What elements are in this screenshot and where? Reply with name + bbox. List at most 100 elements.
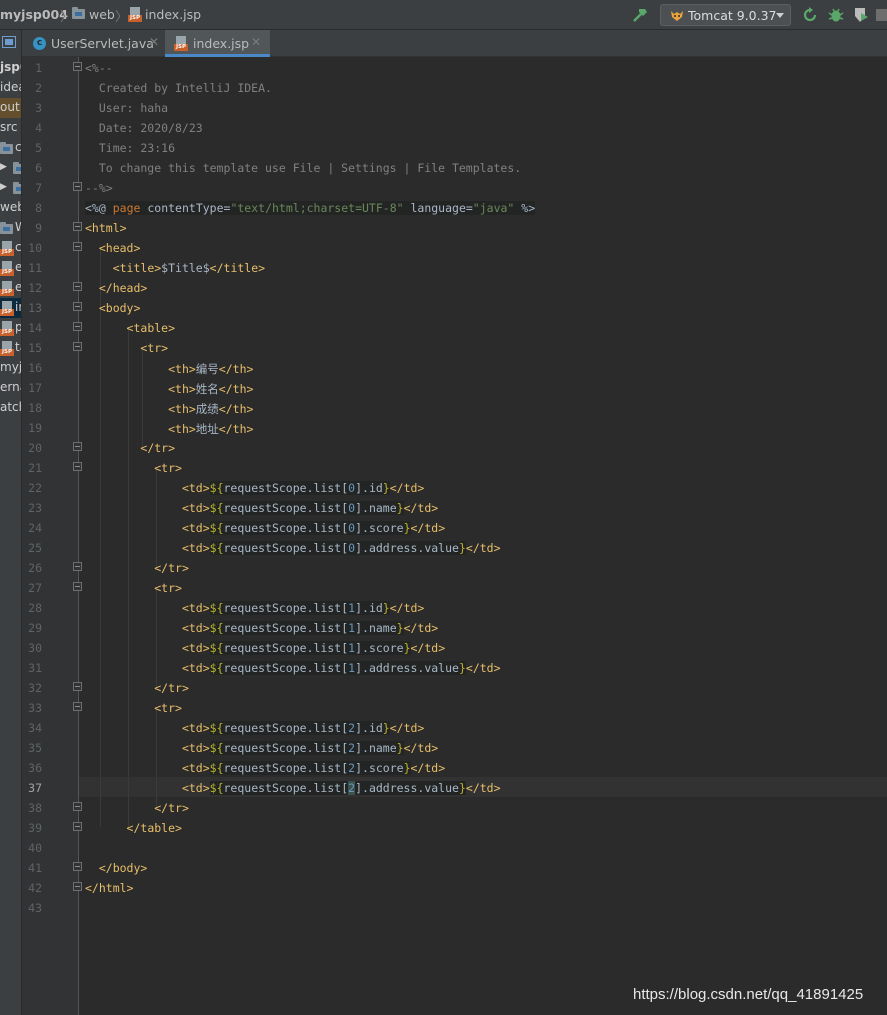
tree-item[interactable]: JSP e xyxy=(0,258,21,278)
code-line[interactable]: Created by IntelliJ IDEA. xyxy=(85,81,272,95)
tree-item[interactable]: jsp0 xyxy=(0,58,21,78)
fold-marker-icon[interactable] xyxy=(73,342,82,351)
tree-item[interactable]: JSP p xyxy=(0,318,21,338)
code-line[interactable]: <th>姓名</th> xyxy=(85,381,253,397)
tab-index-jsp[interactable]: JSP index.jsp ✕ xyxy=(165,30,270,57)
code-line[interactable]: Date: 2020/8/23 xyxy=(85,121,203,135)
code-line[interactable]: <html> xyxy=(85,221,127,235)
code-line[interactable]: <body> xyxy=(85,301,141,315)
code-line[interactable]: --%> xyxy=(85,181,113,195)
close-icon[interactable]: ✕ xyxy=(149,35,159,49)
fold-marker-icon[interactable] xyxy=(73,182,82,191)
code-line[interactable]: </tr> xyxy=(85,801,189,815)
fold-marker-icon[interactable] xyxy=(73,802,82,811)
close-icon[interactable]: ✕ xyxy=(251,35,261,49)
debug-bug-icon[interactable] xyxy=(828,7,844,23)
code-line[interactable]: <td>${requestScope.list[1].name}</td> xyxy=(85,621,438,635)
tree-item[interactable]: W xyxy=(0,218,21,238)
code-line[interactable]: <th>编号</th> xyxy=(85,361,253,377)
code-line[interactable]: <td>${requestScope.list[2].name}</td> xyxy=(85,741,438,755)
tree-item[interactable]: JSPta xyxy=(0,338,21,358)
line-number: 35 xyxy=(28,741,42,755)
tree-item[interactable]: ▶ xyxy=(0,158,21,178)
fold-marker-icon[interactable] xyxy=(73,682,82,691)
code-line[interactable]: <title>$Title$</title> xyxy=(85,261,265,275)
tree-item-selected[interactable]: JSPir xyxy=(0,298,21,318)
code-line[interactable]: <td>${requestScope.list[0].name}</td> xyxy=(85,501,438,515)
code-line[interactable]: <tr> xyxy=(85,581,182,595)
code-line[interactable]: <table> xyxy=(85,321,175,335)
breadcrumb-project[interactable]: myjsp004 xyxy=(0,7,68,22)
watermark-text: https://blog.csdn.net/qq_41891425 xyxy=(633,986,864,1003)
fold-marker-icon[interactable] xyxy=(73,562,82,571)
fold-marker-icon[interactable] xyxy=(73,322,82,331)
code-line[interactable]: </head> xyxy=(85,281,147,295)
fold-marker-icon[interactable] xyxy=(73,582,82,591)
tree-item[interactable]: web xyxy=(0,198,21,218)
code-line[interactable]: <td>${requestScope.list[1].id}</td> xyxy=(85,601,424,615)
fold-marker-icon[interactable] xyxy=(73,302,82,311)
code-line[interactable]: <th>地址</th> xyxy=(85,421,253,437)
tree-item[interactable]: JSP c xyxy=(0,238,21,258)
stop-icon[interactable] xyxy=(874,7,887,23)
code-line[interactable]: <td>${requestScope.list[2].address.value… xyxy=(85,781,501,795)
code-line[interactable]: <%@ page contentType="text/html;charset=… xyxy=(85,201,536,215)
code-line[interactable]: <head> xyxy=(85,241,141,255)
tree-item[interactable]: myjs xyxy=(0,358,21,378)
line-number: 40 xyxy=(28,841,42,855)
tree-item[interactable]: atch xyxy=(0,398,21,418)
code-line[interactable]: </table> xyxy=(85,821,182,835)
code-line[interactable]: </tr> xyxy=(85,441,175,455)
line-number: 43 xyxy=(28,901,42,915)
code-line[interactable]: </body> xyxy=(85,861,147,875)
fold-marker-icon[interactable] xyxy=(73,462,82,471)
tab-userservlet-java[interactable]: c UserServlet.java ✕ xyxy=(22,30,165,57)
project-view-toggle[interactable] xyxy=(0,30,21,50)
code-line[interactable]: </tr> xyxy=(85,681,189,695)
code-line[interactable]: <td>${requestScope.list[1].address.value… xyxy=(85,661,501,675)
code-line[interactable]: <td>${requestScope.list[1].score}</td> xyxy=(85,641,445,655)
run-configuration-selector[interactable]: Tomcat 9.0.37 xyxy=(660,4,791,26)
code-line[interactable]: </html> xyxy=(85,881,133,895)
tree-item[interactable]: erna xyxy=(0,378,21,398)
code-line[interactable]: To change this template use File | Setti… xyxy=(85,161,521,175)
fold-marker-icon[interactable] xyxy=(73,822,82,831)
run-with-coverage-icon[interactable] xyxy=(853,7,869,23)
tree-item[interactable]: idea xyxy=(0,78,21,98)
fold-marker-icon[interactable] xyxy=(73,702,82,711)
code-line[interactable]: <td>${requestScope.list[0].score}</td> xyxy=(85,521,445,535)
code-line[interactable]: <tr> xyxy=(85,701,182,715)
code-line[interactable]: </tr> xyxy=(85,561,189,575)
tab-label: index.jsp xyxy=(193,36,250,51)
build-hammer-icon[interactable] xyxy=(631,7,649,23)
code-line[interactable]: <th>成绩</th> xyxy=(85,401,253,417)
fold-marker-icon[interactable] xyxy=(73,222,82,231)
code-line[interactable]: <td>${requestScope.list[0].address.value… xyxy=(85,541,501,555)
code-line[interactable]: <td>${requestScope.list[2].score}</td> xyxy=(85,761,445,775)
fold-marker-icon[interactable] xyxy=(73,862,82,871)
fold-marker-icon[interactable] xyxy=(73,242,82,251)
fold-marker-icon[interactable] xyxy=(73,62,82,71)
code-line[interactable]: Time: 23:16 xyxy=(85,141,175,155)
line-number: 13 xyxy=(28,301,42,315)
gutter-divider xyxy=(78,57,79,1015)
tree-item[interactable]: src xyxy=(0,118,21,138)
tree-item[interactable]: JSP e xyxy=(0,278,21,298)
code-line[interactable]: <tr> xyxy=(85,341,168,355)
tree-item[interactable]: out xyxy=(0,98,21,118)
tree-item[interactable]: ▶ xyxy=(0,178,21,198)
code-line[interactable]: <td>${requestScope.list[0].id}</td> xyxy=(85,481,424,495)
line-number: 4 xyxy=(35,121,42,135)
fold-marker-icon[interactable] xyxy=(73,882,82,891)
code-line[interactable]: <%-- xyxy=(85,61,113,75)
code-editor[interactable]: 1 2 3 4 5 6 7 8 9 10 11 12 13 14 15 16 17 18 19 20 21 22 23 24 2… xyxy=(22,57,887,1015)
code-line[interactable]: User: haha xyxy=(85,101,168,115)
rerun-icon[interactable] xyxy=(802,7,818,23)
code-line[interactable]: <td>${requestScope.list[2].id}</td> xyxy=(85,721,424,735)
breadcrumb-folder[interactable]: web xyxy=(89,7,115,22)
breadcrumb-file[interactable]: index.jsp xyxy=(145,7,201,22)
fold-marker-icon[interactable] xyxy=(73,442,82,451)
fold-marker-icon[interactable] xyxy=(73,282,82,291)
code-line[interactable]: <tr> xyxy=(85,461,182,475)
tree-item[interactable]: c xyxy=(0,138,21,158)
